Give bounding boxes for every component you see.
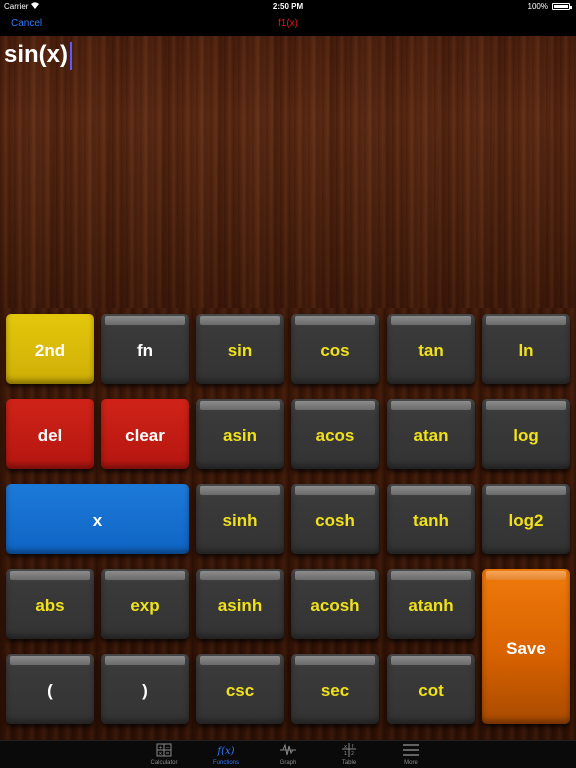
battery-icon <box>552 3 572 10</box>
svg-text:×: × <box>158 751 162 757</box>
log-key[interactable]: log <box>482 399 570 469</box>
tab-graph[interactable]: Graph <box>258 741 318 768</box>
key-label: asin <box>222 426 258 445</box>
atanh-key[interactable]: atanh <box>387 569 475 639</box>
key-label: ( <box>47 681 53 700</box>
key-label: exp <box>130 596 160 615</box>
key-label: abs <box>35 596 65 615</box>
clear-key[interactable]: clear <box>101 399 189 469</box>
key-label: tan <box>418 341 444 360</box>
key-label: del <box>37 426 63 445</box>
csc-key[interactable]: csc <box>196 654 284 724</box>
clock: 2:50 PM <box>272 2 304 11</box>
cos-key[interactable]: cos <box>291 314 379 384</box>
key-label: cos <box>320 341 350 360</box>
table-icon: xf12 <box>319 743 379 757</box>
key-label: log2 <box>508 511 544 530</box>
tab-table[interactable]: xf12 Table <box>319 741 379 768</box>
graph-icon <box>258 743 318 757</box>
sin-key[interactable]: sin <box>196 314 284 384</box>
exp-key[interactable]: exp <box>101 569 189 639</box>
key-label: asinh <box>217 596 263 615</box>
key-label: tanh <box>413 511 449 530</box>
atan-key[interactable]: atan <box>387 399 475 469</box>
asin-key[interactable]: asin <box>196 399 284 469</box>
expression-text: sin(x) <box>4 41 69 68</box>
key-label: atan <box>413 426 449 445</box>
asinh-key[interactable]: asinh <box>196 569 284 639</box>
key-label: atanh <box>408 596 454 615</box>
left-paren-key[interactable]: ( <box>6 654 94 724</box>
status-bar: Carrier 2:50 PM 100% <box>0 0 576 13</box>
keypad: 2nd fn sin cos tan ln del clear asin aco… <box>0 308 576 740</box>
svg-text:1: 1 <box>344 751 347 757</box>
key-label: ln <box>518 341 534 360</box>
nav-bar: Cancel f1(x) <box>0 13 576 36</box>
acosh-key[interactable]: acosh <box>291 569 379 639</box>
key-label: clear <box>125 426 165 445</box>
acos-key[interactable]: acos <box>291 399 379 469</box>
key-label: x <box>92 511 103 530</box>
svg-text:=: = <box>165 751 169 757</box>
function-icon: f(x) <box>196 743 256 757</box>
tan-key[interactable]: tan <box>387 314 475 384</box>
expression-display[interactable]: sin(x) <box>0 36 576 308</box>
tab-label: More <box>404 760 418 766</box>
calculator-icon: + − × = <box>134 743 194 757</box>
svg-text:f: f <box>352 744 354 750</box>
text-cursor <box>70 42 72 70</box>
right-paren-key[interactable]: ) <box>101 654 189 724</box>
svg-text:2: 2 <box>351 751 354 757</box>
tab-label: Calculator <box>150 760 178 766</box>
x-variable-key[interactable]: x <box>6 484 189 554</box>
key-label: log <box>513 426 539 445</box>
key-label: cosh <box>315 511 355 530</box>
key-label: sinh <box>222 511 258 530</box>
key-label: cot <box>418 681 444 700</box>
key-label: ) <box>142 681 148 700</box>
cosh-key[interactable]: cosh <box>291 484 379 554</box>
key-label: csc <box>225 681 255 700</box>
tab-functions[interactable]: f(x) Functions <box>196 741 256 768</box>
tanh-key[interactable]: tanh <box>387 484 475 554</box>
tab-label: Functions <box>212 760 239 766</box>
sec-key[interactable]: sec <box>291 654 379 724</box>
sinh-key[interactable]: sinh <box>196 484 284 554</box>
key-label: acosh <box>310 596 360 615</box>
tab-label: Table <box>341 760 357 766</box>
cot-key[interactable]: cot <box>387 654 475 724</box>
tab-calculator[interactable]: + − × = Calculator <box>134 741 194 768</box>
svg-text:x: x <box>344 744 347 750</box>
key-label: 2nd <box>34 341 66 360</box>
fn-key[interactable]: fn <box>101 314 189 384</box>
log2-key[interactable]: log2 <box>482 484 570 554</box>
del-key[interactable]: del <box>6 399 94 469</box>
tab-label: Graph <box>279 760 297 766</box>
key-label: sec <box>320 681 350 700</box>
battery-percent: 100% <box>527 2 548 11</box>
menu-icon <box>381 743 441 757</box>
key-label: Save <box>506 638 546 658</box>
key-label: sin <box>227 341 253 360</box>
save-button[interactable]: Save <box>482 569 570 724</box>
tab-bar: + − × = Calculator f(x) Functions Graph xf1… <box>0 740 576 768</box>
svg-text:f(x): f(x) <box>217 746 235 757</box>
key-label: fn <box>136 341 154 360</box>
second-key[interactable]: 2nd <box>6 314 94 384</box>
ln-key[interactable]: ln <box>482 314 570 384</box>
key-label: acos <box>315 426 355 445</box>
page-title: f1(x) <box>278 18 298 29</box>
tab-more[interactable]: More <box>381 741 441 768</box>
abs-key[interactable]: abs <box>6 569 94 639</box>
